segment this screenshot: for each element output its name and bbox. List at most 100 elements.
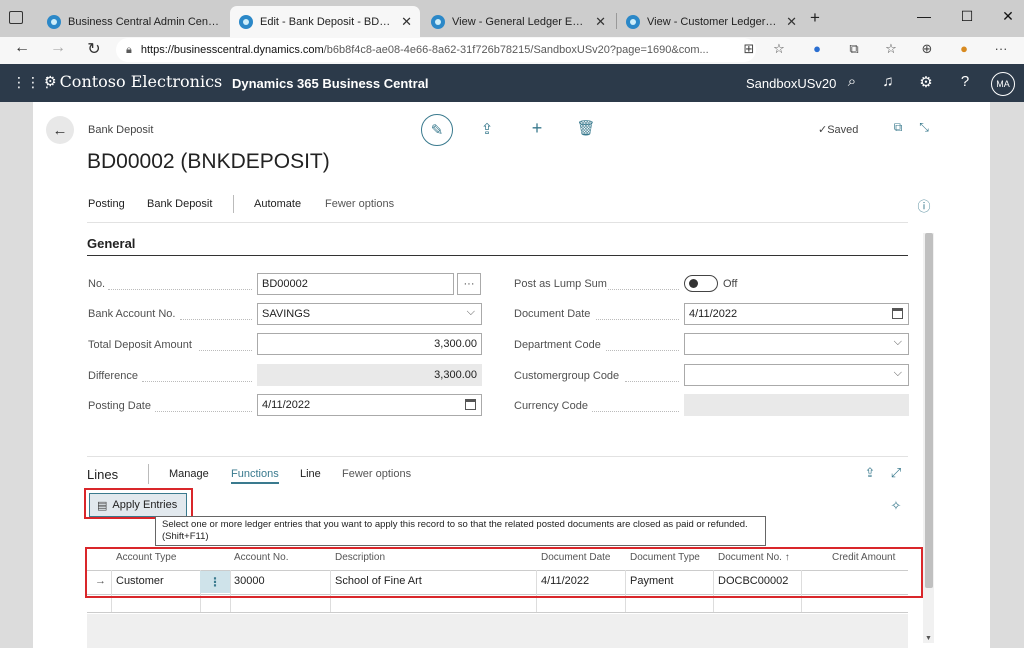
saved-status: ✓Saved	[818, 124, 859, 136]
notifications-bell-icon[interactable]: ♫	[878, 73, 898, 90]
lines-separator	[148, 464, 149, 484]
minimize-window-icon[interactable]: —	[914, 8, 934, 24]
menu-bank-deposit[interactable]: Bank Deposit	[147, 198, 212, 210]
back-button[interactable]: ←	[46, 116, 74, 144]
browser-tab-strip: Business Central Admin Center Edit - Ban…	[0, 0, 1024, 37]
product-name[interactable]: Dynamics 365 Business Central	[232, 76, 429, 91]
calendar-icon[interactable]	[465, 399, 476, 410]
document-date-field[interactable]: 4/11/2022	[684, 303, 909, 325]
customergroup-code-select[interactable]: ⌵	[684, 364, 909, 386]
forward-arrow-icon[interactable]: →	[47, 39, 69, 57]
browser-tab-customer-ledger[interactable]: View - Customer Ledger Entries ✕	[617, 6, 805, 37]
lines-fewer-options[interactable]: Fewer options	[342, 468, 411, 480]
browser-address-bar: ← → ↻ 🔒︎ https://businesscentral.dynamic…	[0, 37, 1024, 64]
apply-entries-highlight	[84, 488, 193, 519]
collections-icon[interactable]: ⊕	[918, 41, 936, 57]
favorite-star-icon[interactable]: ☆	[770, 41, 788, 57]
close-tab-icon[interactable]: ✕	[595, 14, 606, 30]
lines-tab-line[interactable]: Line	[300, 468, 321, 480]
lines-section-heading[interactable]: Lines	[87, 467, 118, 482]
app-available-icon[interactable]: ⊞	[740, 41, 758, 57]
browser-tab-admin-center[interactable]: Business Central Admin Center	[38, 6, 228, 37]
close-window-icon[interactable]: ✕	[998, 8, 1018, 25]
settings-gear-icon[interactable]: ⚙︎	[916, 73, 936, 91]
label-leader	[142, 381, 252, 382]
company-brand[interactable]: ⚙︎ Contoso Electronics	[44, 72, 222, 91]
lump-sum-state: Off	[723, 278, 738, 290]
label-leader	[596, 319, 679, 320]
total-deposit-field[interactable]: 3,300.00	[257, 333, 482, 355]
share-lines-icon[interactable]: ⇪	[860, 465, 880, 481]
browser-tab-bank-deposit[interactable]: Edit - Bank Deposit - BD00002 (BNKDEPOSI…	[230, 6, 420, 37]
search-icon[interactable]: ⌕	[842, 73, 862, 90]
calendar-icon[interactable]	[892, 308, 903, 319]
lump-sum-toggle[interactable]	[684, 275, 718, 292]
apply-entries-tooltip: Select one or more ledger entries that y…	[155, 516, 766, 546]
expand-lines-icon[interactable]: ⤢	[886, 465, 906, 481]
collapse-icon[interactable]: ⤡	[914, 120, 934, 135]
business-central-favicon-icon	[47, 14, 61, 29]
lock-icon: 🔒︎	[126, 43, 132, 56]
menu-fewer-options[interactable]: Fewer options	[325, 198, 394, 210]
close-tab-icon[interactable]: ✕	[401, 14, 412, 30]
currency-code-value	[684, 394, 909, 416]
lump-sum-label: Post as Lump Sum	[514, 278, 607, 290]
more-menu-icon[interactable]: ···	[992, 41, 1010, 56]
new-tab-button[interactable]: +	[810, 8, 820, 28]
environment-name: SandboxUSv20	[746, 76, 837, 91]
profile-icon[interactable]: ●	[955, 41, 973, 56]
favorites-list-icon[interactable]: ☆	[882, 41, 900, 57]
business-central-favicon-icon	[239, 14, 253, 29]
personalize-pin-icon[interactable]: ✧	[886, 498, 906, 514]
posting-date-field[interactable]: 4/11/2022	[257, 394, 482, 416]
back-arrow-icon[interactable]: ←	[11, 39, 33, 57]
bank-account-select[interactable]: SAVINGS ⌵	[257, 303, 482, 325]
refresh-icon[interactable]: ↻	[83, 39, 105, 59]
app-header: ⋮⋮⋮ ⚙︎ Contoso Electronics Dynamics 365 …	[0, 64, 1024, 102]
label-leader	[606, 350, 679, 351]
close-tab-icon[interactable]: ✕	[786, 14, 797, 30]
open-new-window-icon[interactable]: ⧉	[888, 120, 908, 135]
chevron-down-icon: ⌵	[466, 306, 475, 318]
business-central-favicon-icon	[431, 14, 445, 29]
document-date-label: Document Date	[514, 308, 591, 320]
info-icon[interactable]: ⓘ	[914, 196, 934, 215]
browser-tab-general-ledger[interactable]: View - General Ledger Entries - Contoso …	[422, 6, 614, 37]
department-code-label: Department Code	[514, 339, 601, 351]
no-field[interactable]: BD00002	[257, 273, 454, 295]
menu-posting[interactable]: Posting	[88, 198, 125, 210]
back-arrow-icon: ←	[52, 121, 68, 139]
bank-account-label: Bank Account No.	[88, 308, 176, 320]
posting-date-label: Posting Date	[88, 400, 151, 412]
menu-automate[interactable]: Automate	[254, 198, 301, 210]
label-leader	[155, 411, 252, 412]
currency-code-label: Currency Code	[514, 400, 588, 412]
share-icon[interactable]: ⇪	[477, 120, 497, 138]
contoso-logo-icon: ⚙︎	[44, 73, 57, 90]
no-label: No.	[88, 278, 106, 290]
label-leader	[592, 411, 679, 412]
maximize-window-icon[interactable]: ☐	[957, 8, 977, 25]
extensions-puzzle-icon[interactable]: ⧉	[845, 41, 863, 57]
label-leader	[199, 350, 252, 351]
lines-tab-manage[interactable]: Manage	[169, 468, 209, 480]
department-code-select[interactable]: ⌵	[684, 333, 909, 355]
checkmark-icon: ✓	[818, 124, 828, 136]
lines-tab-functions[interactable]: Functions	[231, 468, 279, 484]
lines-grid-highlight	[85, 547, 923, 598]
tab-actions-icon[interactable]	[9, 11, 23, 24]
url-input[interactable]: 🔒︎ https://businesscentral.dynamics.com/…	[116, 38, 756, 62]
menu-divider	[87, 222, 908, 223]
browser-extension-icon[interactable]: ●	[808, 41, 826, 56]
no-lookup-button[interactable]: ···	[457, 273, 481, 295]
delete-trash-icon[interactable]: 🗑︎	[576, 119, 596, 137]
user-avatar[interactable]: MA	[991, 72, 1015, 96]
new-plus-icon[interactable]: +	[527, 118, 547, 139]
edit-pencil-button[interactable]: ✎	[421, 114, 453, 146]
scroll-down-icon[interactable]: ▼	[925, 635, 932, 642]
scrollbar-thumb[interactable]	[925, 233, 933, 588]
label-leader	[625, 381, 679, 382]
general-section-heading[interactable]: General	[87, 236, 135, 251]
total-deposit-label: Total Deposit Amount	[88, 339, 192, 351]
help-question-icon[interactable]: ?	[955, 73, 975, 90]
